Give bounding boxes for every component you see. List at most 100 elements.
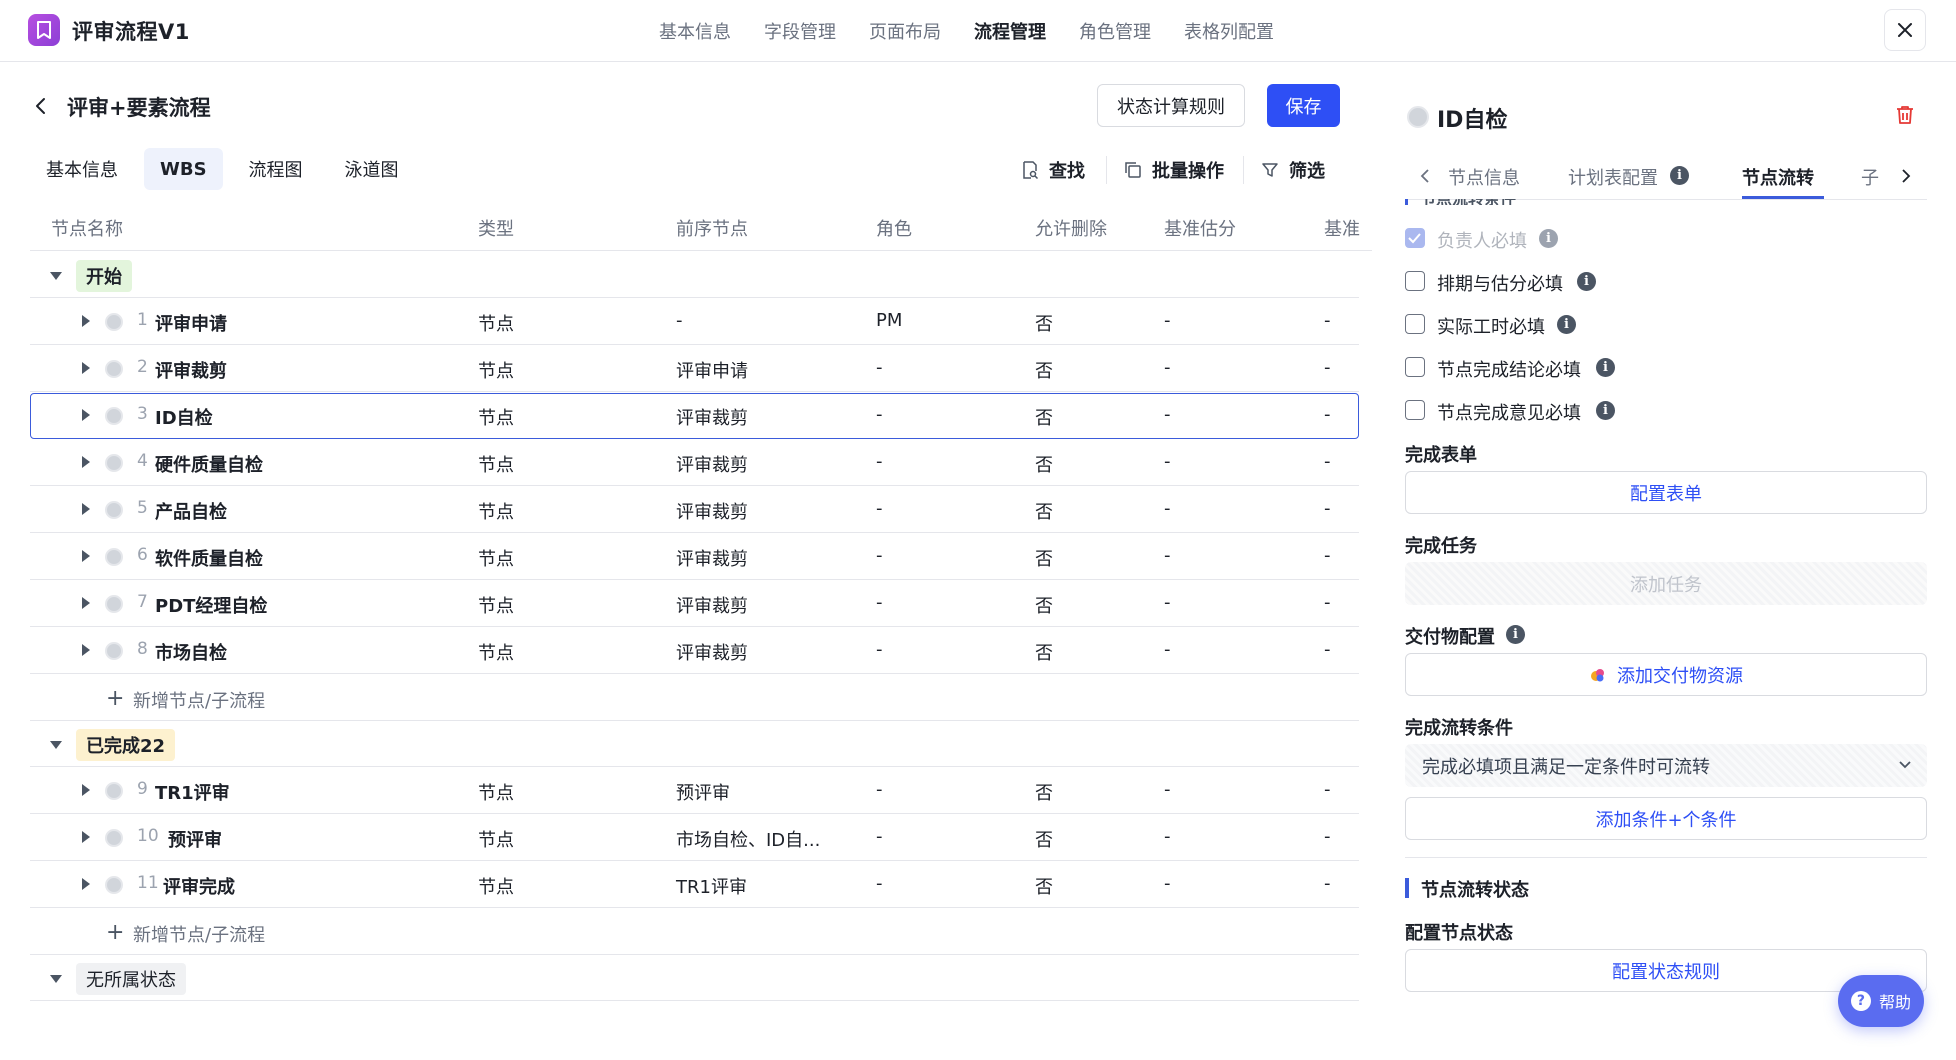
find-label: 查找 — [1049, 161, 1085, 182]
row-index: 9 — [137, 779, 148, 799]
add-deliverable-button[interactable]: 添加交付物资源 — [1405, 653, 1927, 696]
tab-sub[interactable]: 子 — [1861, 164, 1879, 190]
status-rule-button[interactable]: 状态计算规则 — [1097, 84, 1245, 127]
help-button[interactable]: ? 帮助 — [1838, 975, 1924, 1027]
tab-swimlane[interactable]: 泳道图 — [329, 148, 415, 190]
add-node-label[interactable]: 新增节点/子流程 — [133, 921, 265, 947]
collapse-icon[interactable] — [50, 272, 62, 280]
table-row[interactable]: 1 评审申请 节点 - PM 否 - - — [30, 299, 1359, 345]
node-name[interactable]: 评审完成 — [163, 873, 235, 899]
add-node-label[interactable]: 新增节点/子流程 — [133, 687, 265, 713]
cell-deletable: 否 — [1035, 643, 1053, 664]
delete-icon[interactable] — [1896, 105, 1914, 125]
expand-icon[interactable] — [82, 878, 90, 890]
group-row-completed[interactable]: 已完成22 — [30, 721, 1359, 767]
add-deliverable-label: 添加交付物资源 — [1617, 665, 1743, 687]
cell-base: - — [1324, 357, 1331, 378]
tab-flowchart[interactable]: 流程图 — [233, 148, 319, 190]
help-icon: ? — [1850, 991, 1871, 1011]
checkbox-owner-required[interactable] — [1405, 228, 1425, 248]
collapse-icon[interactable] — [50, 741, 62, 749]
status-dot — [105, 782, 123, 800]
info-icon: i — [1596, 358, 1615, 377]
tab-node-info[interactable]: 节点信息 — [1448, 164, 1520, 190]
node-name[interactable]: PDT经理自检 — [155, 592, 267, 618]
add-task-button[interactable]: 添加任务 — [1405, 562, 1927, 605]
app-title: 评审流程V1 — [72, 20, 190, 44]
table-row[interactable]: 10 预评审 节点 市场自检、ID自... - 否 - - — [30, 815, 1359, 861]
table-row[interactable]: 6 软件质量自检 节点 评审裁剪 - 否 - - — [30, 534, 1359, 580]
cell-base: - — [1324, 451, 1331, 472]
table-row[interactable]: 4 硬件质量自检 节点 评审裁剪 - 否 - - — [30, 440, 1359, 486]
expand-icon[interactable] — [82, 644, 90, 656]
deliverable-label: 交付物配置 — [1405, 627, 1495, 648]
complete-task-label: 完成任务 — [1405, 536, 1477, 557]
expand-icon[interactable] — [82, 409, 90, 421]
nav-table-columns[interactable]: 表格列配置 — [1184, 18, 1274, 44]
node-name[interactable]: 产品自检 — [155, 498, 227, 524]
row-index: 10 — [137, 826, 159, 846]
node-name[interactable]: 软件质量自检 — [155, 545, 263, 571]
cell-deletable: 否 — [1035, 783, 1053, 804]
batch-button[interactable]: 批量操作 — [1124, 157, 1224, 183]
cell-estimate: - — [1164, 873, 1171, 894]
node-name[interactable]: 市场自检 — [155, 639, 227, 665]
group-row-start[interactable]: 开始 — [30, 252, 1359, 298]
row-index: 4 — [137, 451, 148, 471]
status-dot — [105, 829, 123, 847]
find-button[interactable]: 查找 — [1021, 157, 1085, 183]
search-doc-icon — [1023, 161, 1039, 179]
table-row[interactable]: 5 产品自检 节点 评审裁剪 - 否 - - — [30, 487, 1359, 533]
node-name[interactable]: 硬件质量自检 — [155, 451, 263, 477]
complete-form-label: 完成表单 — [1405, 445, 1477, 466]
checkbox-schedule-required[interactable] — [1405, 271, 1425, 291]
table-row[interactable]: 7 PDT经理自检 节点 评审裁剪 - 否 - - — [30, 581, 1359, 627]
transition-select[interactable]: 完成必填项且满足一定条件时可流转 — [1405, 744, 1927, 787]
expand-icon[interactable] — [82, 456, 90, 468]
nav-process-management[interactable]: 流程管理 — [974, 18, 1046, 44]
add-condition-button[interactable]: 添加条件+个条件 — [1405, 797, 1927, 840]
node-name[interactable]: TR1评审 — [155, 779, 230, 805]
expand-icon[interactable] — [82, 550, 90, 562]
node-name[interactable]: 评审裁剪 — [155, 357, 227, 383]
chevron-left-icon[interactable] — [1420, 168, 1430, 184]
checkbox-hours-required[interactable] — [1405, 314, 1425, 334]
save-button[interactable]: 保存 — [1267, 84, 1340, 127]
tab-wbs[interactable]: WBS — [144, 148, 223, 190]
node-name[interactable]: 评审申请 — [155, 310, 227, 336]
filter-button[interactable]: 筛选 — [1261, 157, 1325, 183]
table-row[interactable]: 9 TR1评审 节点 预评审 - 否 - - — [30, 768, 1359, 814]
checkbox-opinion-required[interactable] — [1405, 400, 1425, 420]
expand-icon[interactable] — [82, 503, 90, 515]
tab-plan-config[interactable]: 计划表配置 — [1568, 164, 1658, 190]
table-row[interactable]: 2 评审裁剪 节点 评审申请 - 否 - - — [30, 346, 1359, 392]
table-row[interactable]: 8 市场自检 节点 评审裁剪 - 否 - - — [30, 628, 1359, 674]
expand-icon[interactable] — [82, 784, 90, 796]
checkbox-label: 排期与估分必填 — [1437, 274, 1563, 295]
config-form-button[interactable]: 配置表单 — [1405, 471, 1927, 514]
group-row-unassigned[interactable]: 无所属状态 — [30, 955, 1359, 1001]
plus-icon: + — [106, 920, 125, 945]
chevron-right-icon[interactable] — [1901, 168, 1911, 184]
back-icon[interactable] — [34, 96, 48, 116]
checkbox-conclusion-required[interactable] — [1405, 357, 1425, 377]
add-node-row[interactable]: + 新增节点/子流程 — [30, 909, 1359, 955]
collapse-icon[interactable] — [50, 975, 62, 983]
node-name[interactable]: 预评审 — [168, 826, 222, 852]
add-node-row[interactable]: + 新增节点/子流程 — [30, 675, 1359, 721]
node-name[interactable]: ID自检 — [155, 404, 213, 430]
nav-role-management[interactable]: 角色管理 — [1079, 18, 1151, 44]
table-row-selected[interactable]: 3 ID自检 节点 评审裁剪 - 否 - - — [30, 393, 1359, 439]
table-row[interactable]: 11 评审完成 节点 TR1评审 - 否 - - — [30, 862, 1359, 908]
nav-page-layout[interactable]: 页面布局 — [869, 18, 941, 44]
nav-field-management[interactable]: 字段管理 — [764, 18, 836, 44]
expand-icon[interactable] — [82, 362, 90, 374]
status-dot — [105, 595, 123, 613]
tab-basic-info[interactable]: 基本信息 — [30, 148, 134, 190]
expand-icon[interactable] — [82, 315, 90, 327]
expand-icon[interactable] — [82, 831, 90, 843]
expand-icon[interactable] — [82, 597, 90, 609]
close-button[interactable] — [1884, 9, 1926, 51]
tab-node-transition[interactable]: 节点流转 — [1742, 164, 1814, 190]
nav-basic-info[interactable]: 基本信息 — [659, 18, 731, 44]
